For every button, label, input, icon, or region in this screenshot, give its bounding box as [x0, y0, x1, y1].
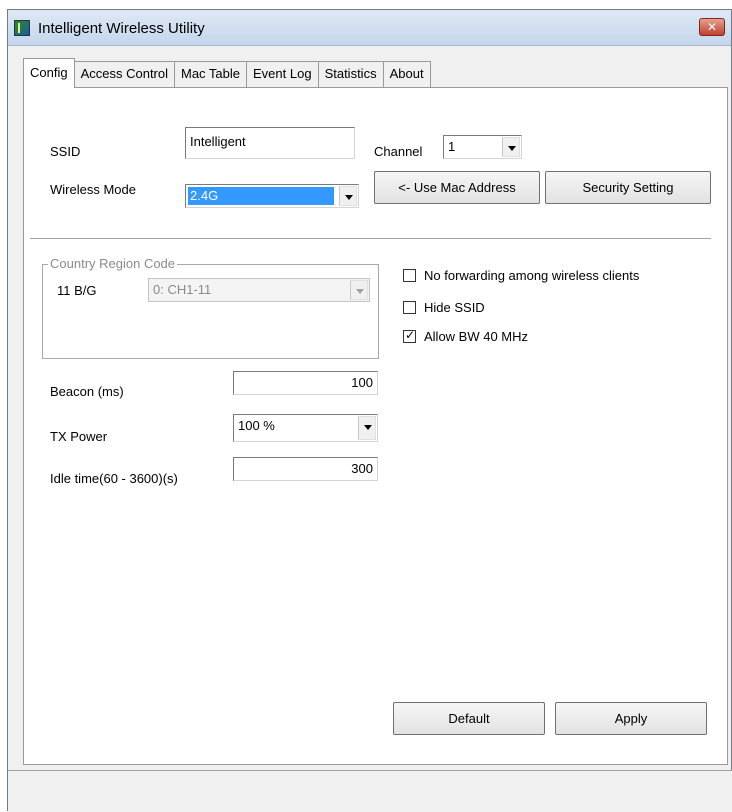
country-region-select: 0: CH1-11: [148, 278, 370, 302]
window-title: Intelligent Wireless Utility: [38, 20, 205, 37]
close-icon: ✕: [706, 20, 718, 34]
hide-ssid-checkbox[interactable]: Hide SSID: [403, 300, 485, 315]
config-panel: SSID Intelligent Channel 1 Wireless Mode…: [23, 87, 728, 765]
channel-select[interactable]: 1: [443, 135, 522, 159]
close-button[interactable]: ✕: [699, 18, 725, 36]
beacon-label: Beacon (ms): [50, 384, 124, 399]
tab-mac-table[interactable]: Mac Table: [175, 61, 248, 87]
tab-about[interactable]: About: [383, 61, 431, 87]
chevron-down-icon[interactable]: [339, 186, 357, 206]
tx-power-label: TX Power: [50, 429, 108, 444]
country-band-label: 11 B/G: [57, 283, 97, 298]
use-mac-address-button[interactable]: <- Use Mac Address: [374, 171, 540, 204]
security-setting-button[interactable]: Security Setting: [545, 171, 711, 204]
utility-window: Intelligent Wireless Utility ✕ Config Ac…: [7, 9, 732, 812]
checkbox-box[interactable]: [403, 301, 416, 314]
ssid-input[interactable]: Intelligent: [185, 127, 355, 159]
tab-statistics[interactable]: Statistics: [318, 61, 384, 87]
channel-value: 1: [448, 139, 456, 154]
title-bar[interactable]: Intelligent Wireless Utility ✕: [8, 10, 731, 46]
checkbox-box[interactable]: [403, 328, 416, 343]
status-bar: [8, 770, 732, 812]
country-region-value: 0: CH1-11: [153, 282, 212, 297]
tab-access-control[interactable]: Access Control: [74, 61, 175, 87]
allow-bw40-label: Allow BW 40 MHz: [424, 329, 529, 344]
ssid-label: SSID: [50, 144, 81, 159]
checkbox-box[interactable]: [403, 269, 416, 282]
wireless-mode-label: Wireless Mode: [50, 182, 136, 197]
app-icon: [14, 20, 30, 36]
beacon-input[interactable]: 100: [233, 371, 378, 395]
tab-config[interactable]: Config: [23, 58, 75, 88]
hide-ssid-label: Hide SSID: [424, 300, 485, 315]
apply-button[interactable]: Apply: [555, 702, 707, 735]
tx-power-value: 100 %: [238, 418, 275, 433]
chevron-down-icon[interactable]: [502, 137, 520, 157]
tab-event-log[interactable]: Event Log: [247, 61, 319, 87]
no-forwarding-label: No forwarding among wireless clients: [424, 268, 640, 283]
section-separator: [30, 238, 711, 240]
tx-power-select[interactable]: 100 %: [233, 414, 378, 442]
idle-time-input[interactable]: 300: [233, 457, 378, 481]
chevron-down-icon[interactable]: [358, 416, 376, 440]
country-region-title: Country Region Code: [48, 256, 178, 271]
no-forwarding-checkbox[interactable]: No forwarding among wireless clients: [403, 268, 639, 283]
wireless-mode-value: 2.4G: [188, 187, 334, 205]
default-button[interactable]: Default: [393, 702, 545, 735]
idle-time-label: Idle time(60 - 3600)(s): [50, 471, 178, 486]
tab-strip: Config Access Control Mac Table Event Lo…: [23, 58, 431, 88]
chevron-down-icon: [350, 280, 368, 300]
wireless-mode-select[interactable]: 2.4G: [185, 184, 359, 208]
allow-bw40-checkbox[interactable]: Allow BW 40 MHz: [403, 328, 529, 344]
channel-label: Channel: [374, 144, 423, 159]
